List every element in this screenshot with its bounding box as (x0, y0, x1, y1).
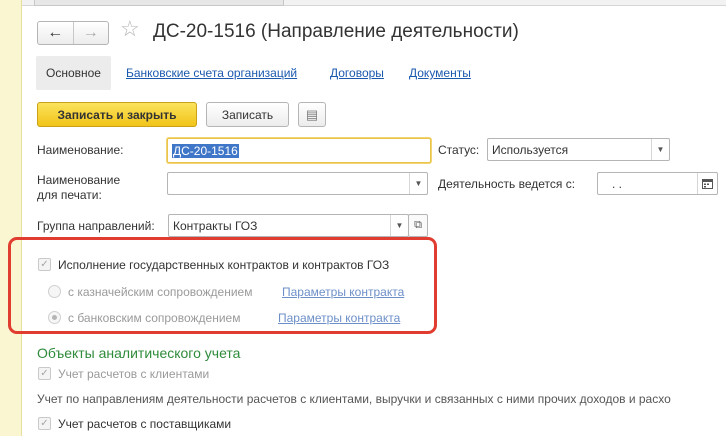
tab-bank-accounts[interactable]: Банковские счета организаций (126, 66, 297, 80)
suppliers-label: Учет расчетов с поставщиками (58, 417, 232, 431)
group-select[interactable]: Контракты ГОЗ ▼ (168, 214, 409, 237)
triangle-down-icon[interactable]: ▼ (390, 215, 408, 236)
forward-button[interactable]: → (74, 22, 109, 44)
treasury-contract-params-link[interactable]: Параметры контракта (282, 285, 404, 299)
clients-description: Учет по направлениям деятельности расчет… (37, 392, 671, 406)
save-and-close-button[interactable]: Записать и закрыть (37, 102, 197, 127)
tab-main[interactable]: Основное (36, 56, 111, 90)
analytics-section-title: Объекты аналитического учета (37, 345, 241, 361)
status-label: Статус: (438, 143, 480, 157)
activity-date-label: Деятельность ведется с: (438, 177, 576, 191)
activity-date-value: . . (612, 176, 623, 191)
arrow-right-icon: → (82, 24, 99, 41)
list-menu-icon: ▤ (305, 106, 319, 122)
print-name-input[interactable]: ▼ (167, 172, 428, 195)
arrow-left-icon: ← (47, 24, 64, 41)
status-value: Используется (492, 142, 569, 157)
tab-documents[interactable]: Документы (409, 66, 471, 80)
checkmark-icon: ✓ (40, 417, 49, 429)
name-input[interactable]: ДС-20-1516 (167, 138, 431, 163)
triangle-down-icon[interactable]: ▼ (409, 173, 427, 194)
more-actions-button[interactable]: ▤ (298, 102, 326, 127)
left-panel-strip (0, 0, 22, 436)
treasury-label: с казначейским сопровождением (68, 285, 253, 299)
group-value: Контракты ГОЗ (173, 218, 258, 233)
name-label: Наименование: (37, 143, 124, 157)
favorite-star-icon[interactable]: ☆ (120, 18, 140, 40)
treasury-radio[interactable] (48, 285, 61, 298)
back-button[interactable]: ← (38, 22, 74, 44)
checkmark-icon: ✓ (40, 367, 49, 379)
suppliers-checkbox[interactable]: ✓ (38, 417, 51, 430)
window-tab[interactable] (34, 0, 284, 6)
status-select[interactable]: Используется ▼ (487, 138, 670, 161)
calendar-icon[interactable] (697, 173, 717, 194)
print-name-label-line1: Наименование (37, 173, 121, 187)
gov-contracts-label: Исполнение государственных контрактов и … (58, 258, 390, 272)
save-button[interactable]: Записать (206, 102, 289, 127)
bank-label: с банковским сопровождением (68, 311, 241, 325)
print-name-label-line2: для печати: (37, 188, 102, 202)
radio-selected-dot (52, 315, 57, 320)
window-title: ДС-20-1516 (Направление деятельности) (153, 21, 519, 42)
bank-contract-params-link[interactable]: Параметры контракта (278, 311, 400, 325)
triangle-down-icon[interactable]: ▼ (651, 139, 669, 160)
group-label: Группа направлений: (37, 219, 155, 233)
tab-contracts[interactable]: Договоры (330, 66, 384, 80)
clients-checkbox[interactable]: ✓ (38, 367, 51, 380)
name-value: ДС-20-1516 (172, 143, 239, 158)
open-form-icon[interactable]: ⧉ (408, 214, 428, 237)
checkmark-icon: ✓ (40, 258, 49, 270)
activity-date-input[interactable]: . . (597, 172, 718, 195)
navigation-buttons: ← → (37, 21, 109, 45)
bank-radio[interactable] (48, 311, 61, 324)
clients-label: Учет расчетов с клиентами (58, 367, 210, 381)
gov-contracts-checkbox[interactable]: ✓ (38, 258, 51, 271)
